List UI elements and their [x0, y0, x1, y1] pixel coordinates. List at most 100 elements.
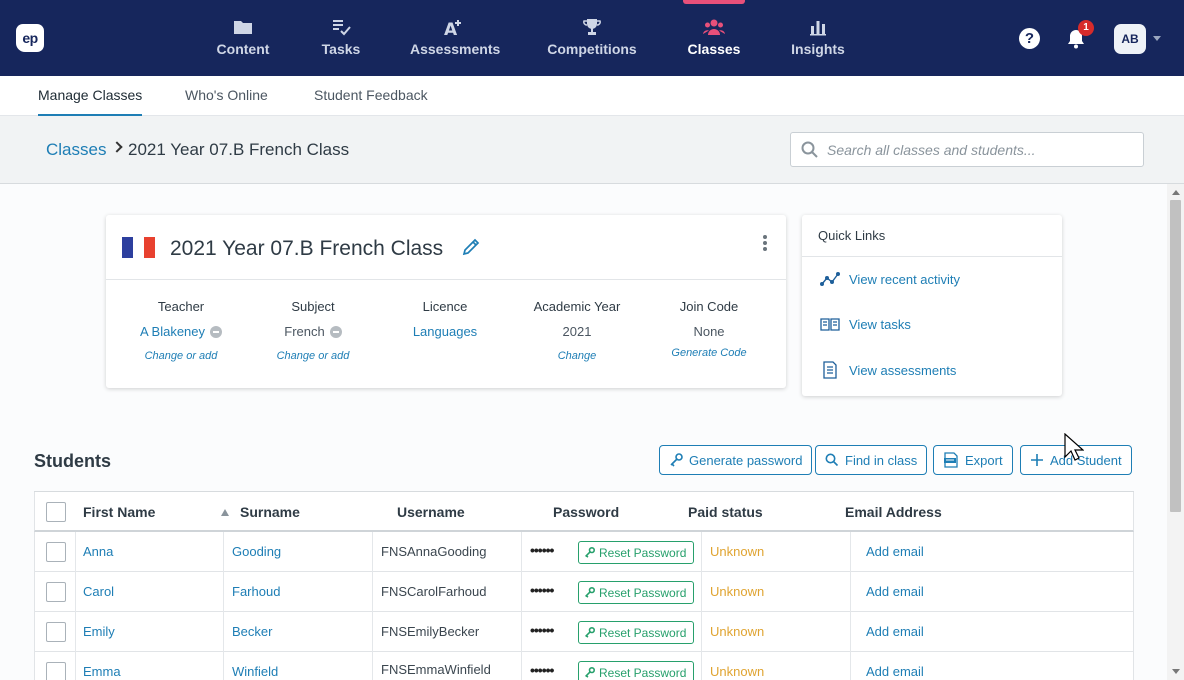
reset-password-button[interactable]: Reset Password: [578, 541, 695, 564]
quick-links-card: Quick Links View recent activity View ta…: [802, 215, 1062, 396]
remove-subject-icon[interactable]: [329, 325, 342, 338]
column-email[interactable]: Email Address: [845, 504, 942, 520]
paid-status: Unknown: [710, 584, 765, 599]
generate-password-button[interactable]: Generate password: [659, 445, 813, 475]
search-icon: [825, 453, 839, 467]
column-password: Password: [553, 504, 620, 520]
key-icon: [585, 587, 595, 598]
reset-password-button[interactable]: Reset Password: [578, 581, 695, 604]
password-mask: ••••••: [530, 542, 554, 558]
add-email-link[interactable]: Add email: [866, 624, 924, 639]
nav-classes[interactable]: Classes: [686, 0, 742, 76]
key-icon: [585, 547, 595, 558]
teacher-column: Teacher A Blakeney Change or add: [116, 299, 246, 362]
breadcrumb-current: 2021 Year 07.B French Class: [128, 140, 350, 159]
select-all-checkbox[interactable]: [46, 502, 66, 522]
nav-content[interactable]: Content: [213, 0, 273, 76]
quick-link-assessments[interactable]: View assessments: [820, 361, 956, 379]
sort-ascending-icon[interactable]: [221, 509, 229, 516]
scroll-down-icon[interactable]: [1172, 669, 1180, 674]
folder-icon: [234, 21, 252, 34]
divider: [802, 256, 1062, 257]
spreadsheet-icon: [944, 452, 958, 468]
sub-tabs: Manage Classes Who's Online Student Feed…: [0, 76, 1184, 116]
subject-value: French: [284, 324, 325, 339]
add-email-link[interactable]: Add email: [866, 584, 924, 599]
nav-insights[interactable]: Insights: [790, 0, 846, 76]
nav-tasks[interactable]: Tasks: [318, 0, 364, 76]
add-email-link[interactable]: Add email: [866, 544, 924, 559]
kebab-menu-icon[interactable]: [761, 235, 769, 253]
plus-icon: [1031, 454, 1043, 466]
edit-pencil-icon[interactable]: [461, 237, 481, 257]
chevron-down-icon[interactable]: [1153, 36, 1161, 41]
surname-link[interactable]: Becker: [232, 624, 272, 639]
password-mask: ••••••: [530, 662, 554, 678]
tab-manage-classes[interactable]: Manage Classes: [38, 76, 143, 116]
nav-competitions[interactable]: Competitions: [546, 0, 638, 76]
quick-link-recent-activity[interactable]: View recent activity: [820, 271, 960, 287]
key-icon: [670, 453, 683, 467]
mouse-cursor-icon: [1064, 433, 1084, 461]
tab-whos-online[interactable]: Who's Online: [185, 76, 268, 116]
first-name-link[interactable]: Carol: [83, 584, 114, 599]
surname-link[interactable]: Winfield: [232, 664, 278, 679]
key-icon: [585, 627, 595, 638]
search-input[interactable]: [827, 134, 1127, 165]
table-row: Emma Winfield FNSEmmaWinfield •••••• Res…: [34, 652, 1134, 680]
join-code-column: Join Code None Generate Code: [644, 299, 774, 359]
students-heading: Students: [34, 451, 112, 471]
remove-teacher-icon[interactable]: [210, 325, 223, 338]
row-checkbox[interactable]: [46, 542, 66, 562]
breadcrumb: Classes 2021 Year 07.B French Class: [0, 116, 1184, 184]
teacher-link[interactable]: A Blakeney: [140, 324, 205, 339]
find-in-class-button[interactable]: Find in class: [815, 445, 928, 475]
join-code-value: None: [693, 324, 725, 339]
reset-password-button[interactable]: Reset Password: [578, 621, 695, 644]
paid-status: Unknown: [710, 544, 765, 559]
assessment-icon: A: [444, 20, 461, 38]
generate-code-link[interactable]: Generate Code: [644, 347, 774, 359]
subject-column: Subject French Change or add: [248, 299, 378, 362]
search-icon: [801, 141, 818, 158]
quick-links-title: Quick Links: [818, 228, 886, 243]
column-surname[interactable]: Surname: [240, 504, 300, 520]
change-teacher-link[interactable]: Change or add: [116, 350, 246, 362]
surname-link[interactable]: Farhoud: [232, 584, 280, 599]
scrollbar-thumb[interactable]: [1170, 200, 1181, 512]
user-avatar[interactable]: AB: [1114, 24, 1146, 54]
search-box[interactable]: [790, 132, 1144, 167]
column-username[interactable]: Username: [397, 504, 465, 520]
first-name-link[interactable]: Emily: [83, 624, 115, 639]
surname-link[interactable]: Gooding: [232, 544, 281, 559]
breadcrumb-classes-link[interactable]: Classes: [46, 140, 106, 160]
reset-password-button[interactable]: Reset Password: [578, 661, 695, 680]
chevron-right-icon: [111, 141, 123, 153]
column-paid-status[interactable]: Paid status: [688, 504, 763, 520]
username: FNSEmilyBecker: [381, 624, 480, 639]
key-icon: [585, 667, 595, 678]
paid-status: Unknown: [710, 624, 765, 639]
row-checkbox[interactable]: [46, 582, 66, 602]
username: FNSEmmaWinfield: [381, 662, 491, 677]
help-icon[interactable]: ?: [1019, 28, 1040, 49]
change-subject-link[interactable]: Change or add: [248, 350, 378, 362]
column-first-name[interactable]: First Name: [83, 504, 155, 520]
tab-student-feedback[interactable]: Student Feedback: [314, 76, 428, 116]
row-checkbox[interactable]: [46, 622, 66, 642]
nav-assessments[interactable]: A Assessments: [410, 0, 500, 76]
export-button[interactable]: Export: [933, 445, 1013, 475]
change-year-link[interactable]: Change: [512, 350, 642, 362]
page-scrollbar[interactable]: [1167, 184, 1184, 680]
quick-link-tasks[interactable]: View tasks: [820, 316, 911, 332]
ep-logo[interactable]: ep: [16, 24, 44, 52]
top-nav: ep Content Tasks A Assessments Competiti…: [0, 0, 1184, 76]
licence-link[interactable]: Languages: [380, 324, 510, 339]
academic-year-column: Academic Year 2021 Change: [512, 299, 642, 362]
first-name-link[interactable]: Emma: [83, 664, 121, 679]
first-name-link[interactable]: Anna: [83, 544, 113, 559]
table-row: Anna Gooding FNSAnnaGooding •••••• Reset…: [34, 532, 1134, 572]
add-email-link[interactable]: Add email: [866, 664, 924, 679]
row-checkbox[interactable]: [46, 662, 66, 680]
scroll-up-icon[interactable]: [1172, 190, 1180, 195]
